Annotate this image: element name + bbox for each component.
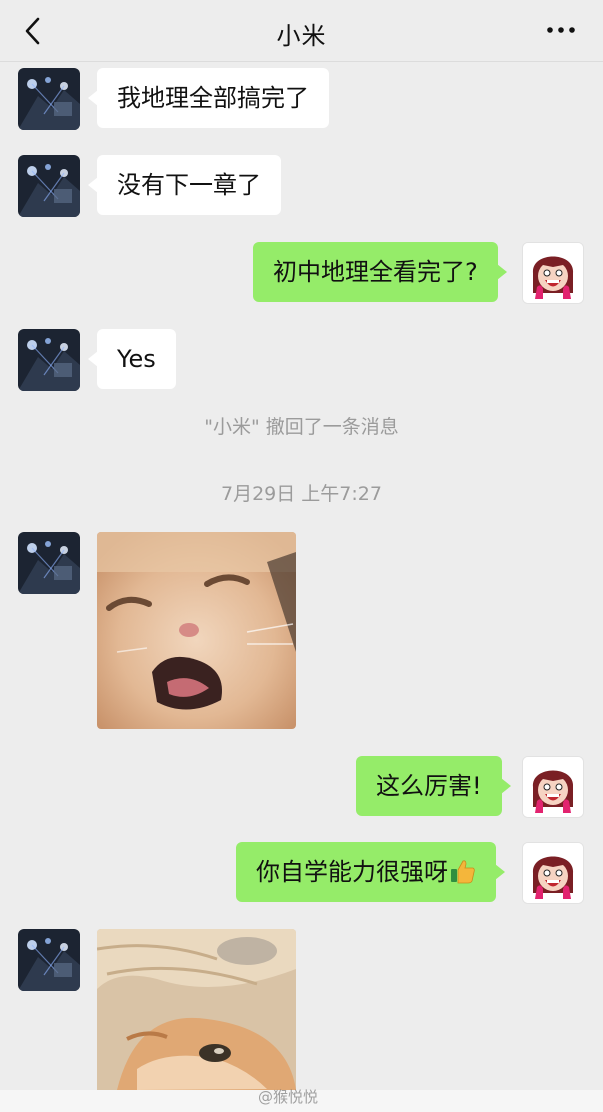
chat-screen: 小米 我地理全部搞完了 没有下一章了 初中地理全看完了? Yes "小米" 撤回… [0,0,603,1112]
message-bubble-outgoing[interactable]: 这么厉害! [356,756,511,816]
image-message[interactable] [97,929,296,1090]
laughing-girl-avatar-icon [523,843,583,903]
contact-avatar[interactable] [18,329,80,391]
concert-avatar-icon [18,68,80,130]
concert-avatar-icon [18,532,80,594]
more-dots-icon [547,27,575,33]
my-avatar[interactable] [522,242,584,304]
more-button[interactable] [543,20,579,40]
my-avatar[interactable] [522,842,584,904]
contact-avatar[interactable] [18,155,80,217]
message-bubble-incoming[interactable]: Yes [88,329,176,389]
recall-notice: "小米" 撤回了一条消息 [204,416,399,438]
chat-title: 小米 [276,22,327,50]
contact-avatar[interactable] [18,532,80,594]
message-bubble-incoming[interactable]: 没有下一章了 [88,155,281,215]
message-timestamp: 7月29日 上午7:27 [221,483,382,505]
message-bubble-incoming[interactable]: 我地理全部搞完了 [88,68,329,128]
message-bubble-outgoing[interactable]: 初中地理全看完了? [253,242,507,302]
cat-under-blanket-photo [97,929,296,1090]
laughing-girl-avatar-icon [523,757,583,817]
message-bubble-outgoing[interactable]: 你自学能力很强呀 [236,842,505,902]
contact-avatar[interactable] [18,68,80,130]
laughing-girl-avatar-icon [523,243,583,303]
image-message[interactable] [97,532,296,729]
concert-avatar-icon [18,155,80,217]
laughing-cat-photo [97,532,296,729]
contact-avatar[interactable] [18,929,80,991]
watermark: @猴悦悦 [258,1088,319,1106]
concert-avatar-icon [18,929,80,991]
thumbs-up-emoji-icon [450,846,476,884]
my-avatar[interactable] [522,756,584,818]
message-text: 你自学能力很强呀 [256,858,448,886]
chat-header: 小米 [0,0,603,62]
concert-avatar-icon [18,329,80,391]
